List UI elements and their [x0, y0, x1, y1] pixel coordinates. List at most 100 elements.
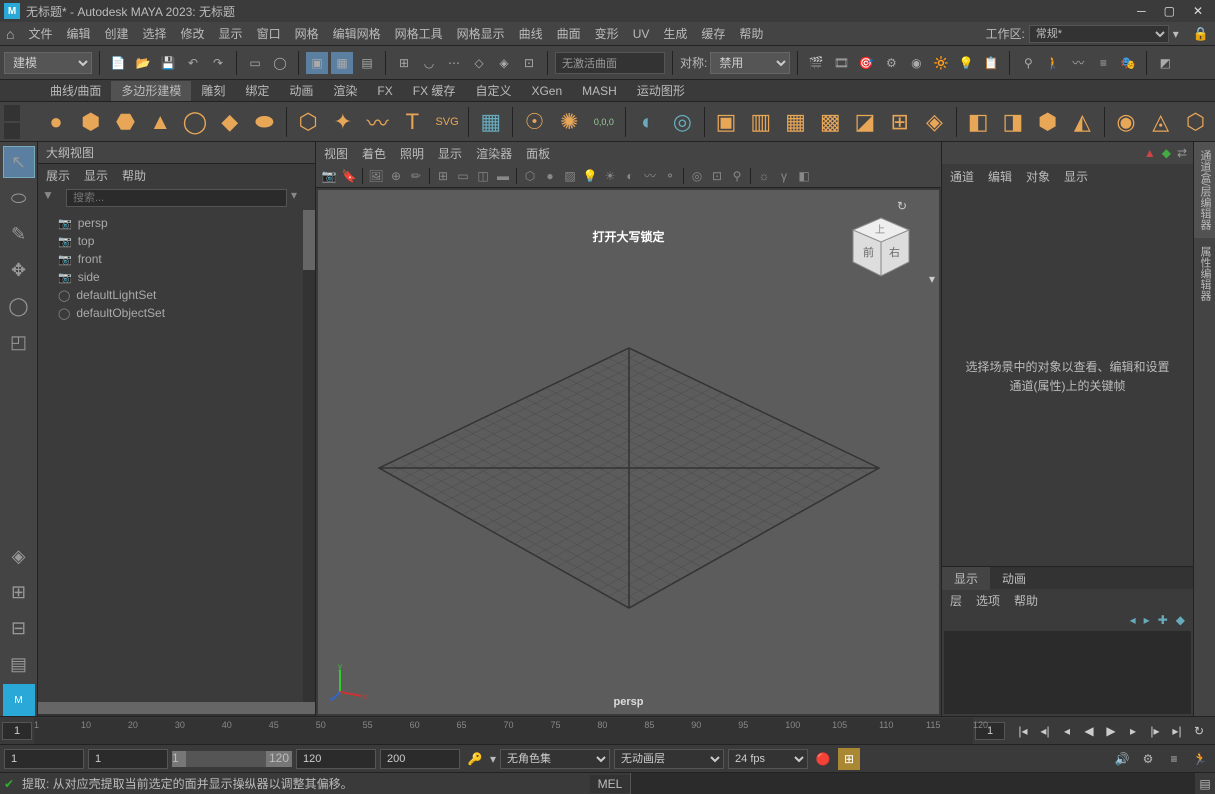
prefs-icon[interactable]: ⚙: [1137, 748, 1159, 770]
menu-1[interactable]: 编辑: [66, 27, 90, 41]
exposure-icon[interactable]: ☼: [755, 167, 773, 185]
menu-10[interactable]: 网格显示: [457, 27, 505, 41]
layer-move-up-icon[interactable]: ◂: [1130, 613, 1136, 627]
select-component-icon[interactable]: ▦: [331, 52, 353, 74]
menu-14[interactable]: UV: [633, 27, 650, 41]
channel-tab-3[interactable]: 显示: [1064, 168, 1088, 185]
channel-tab-1[interactable]: 编辑: [988, 168, 1012, 185]
subdiv-icon[interactable]: ⬢: [1032, 106, 1063, 138]
select-tool[interactable]: ↖: [3, 146, 35, 178]
mirror-icon[interactable]: ◧: [963, 106, 994, 138]
go-end-icon[interactable]: ▸|: [1167, 721, 1187, 741]
render-frame-icon[interactable]: 🎞: [830, 52, 852, 74]
outliner-node-front[interactable]: 📷front: [38, 250, 315, 268]
quad-draw-icon[interactable]: ◎: [667, 106, 698, 138]
outliner-node-defaultObjectSet[interactable]: ◯defaultObjectSet: [38, 304, 315, 322]
audio-icon[interactable]: 🔊: [1111, 748, 1133, 770]
pref-toggle-icon[interactable]: ⊞: [838, 748, 860, 770]
menu-15[interactable]: 生成: [663, 27, 687, 41]
poly-cylinder-icon[interactable]: ⬣: [110, 106, 141, 138]
viewport-menu-5[interactable]: 面板: [526, 145, 550, 162]
shadows-icon[interactable]: ☀: [601, 167, 619, 185]
layer-tab-0[interactable]: 显示: [942, 567, 990, 590]
step-forward-key-icon[interactable]: |▸: [1145, 721, 1165, 741]
scale-tool[interactable]: ◰: [3, 326, 35, 358]
tab-attribute-editor[interactable]: 属性编辑器: [1194, 238, 1215, 309]
snap-point-icon[interactable]: ⋯: [443, 52, 465, 74]
script-editor-icon[interactable]: ≡: [1163, 748, 1185, 770]
range-in-field[interactable]: [88, 749, 168, 769]
poly-cube-icon[interactable]: ⬢: [75, 106, 106, 138]
range-slider[interactable]: 1 120: [172, 751, 292, 767]
aa-icon[interactable]: ⚬: [661, 167, 679, 185]
use-lights-icon[interactable]: 💡: [581, 167, 599, 185]
workspace-reset-icon[interactable]: ▾: [1173, 27, 1179, 41]
timeline-track[interactable]: 1102030404550556065707580859095100105110…: [34, 718, 973, 744]
shelf-tab-4[interactable]: 动画: [279, 81, 323, 101]
bevel-icon[interactable]: ◪: [850, 106, 881, 138]
close-button[interactable]: ✕: [1193, 4, 1203, 18]
bookmark-icon[interactable]: 🔖: [340, 167, 358, 185]
tab-channel-layer[interactable]: 通道盒/层编辑器: [1194, 142, 1215, 238]
layer-menu-1[interactable]: 选项: [976, 592, 1000, 609]
layer-menu-2[interactable]: 帮助: [1014, 592, 1038, 609]
retopo-icon[interactable]: ◬: [1145, 106, 1176, 138]
xray-joints-icon[interactable]: ⚲: [1017, 52, 1039, 74]
layout-single-icon[interactable]: ⊞: [3, 576, 35, 608]
redo-icon[interactable]: ↷: [207, 52, 229, 74]
rotate-tool[interactable]: ◯: [3, 290, 35, 322]
undo-icon[interactable]: ↶: [182, 52, 204, 74]
snap-plane-icon[interactable]: ◇: [468, 52, 490, 74]
smooth-icon[interactable]: ◨: [997, 106, 1028, 138]
outliner-scrollbar-h[interactable]: [38, 702, 315, 716]
menu-4[interactable]: 修改: [181, 27, 205, 41]
new-scene-icon[interactable]: 📄: [107, 52, 129, 74]
poly-type-icon[interactable]: T: [397, 106, 428, 138]
camera-select-icon[interactable]: 📷: [320, 167, 338, 185]
maximize-button[interactable]: ▢: [1164, 4, 1175, 18]
lock-icon[interactable]: 🔒: [1193, 26, 1209, 42]
filter-icon[interactable]: ▼: [42, 188, 62, 208]
menu-6[interactable]: 窗口: [257, 27, 281, 41]
poly-plane-icon[interactable]: ◆: [214, 106, 245, 138]
shelf-tab-6[interactable]: FX: [367, 81, 402, 101]
circularize-icon[interactable]: ◐: [632, 106, 663, 138]
combine-icon[interactable]: ▣: [711, 106, 742, 138]
menu-13[interactable]: 变形: [595, 27, 619, 41]
menu-12[interactable]: 曲面: [557, 27, 581, 41]
hypershade-icon[interactable]: 🔆: [930, 52, 952, 74]
channel-link-icon[interactable]: ⇄: [1177, 146, 1187, 160]
workspace-select[interactable]: 常规*: [1029, 25, 1169, 43]
isolate-icon[interactable]: ◎: [688, 167, 706, 185]
menu-11[interactable]: 曲线: [519, 27, 543, 41]
range-out-field[interactable]: [296, 749, 376, 769]
charset-select[interactable]: 无角色集: [500, 749, 610, 769]
channel-ref-icon[interactable]: ◆: [1162, 146, 1171, 160]
shelf-tab-5[interactable]: 渲染: [323, 81, 367, 101]
menu-16[interactable]: 缓存: [701, 27, 725, 41]
content-browser-icon[interactable]: ▦: [475, 106, 506, 138]
poly-platonic-icon[interactable]: ⬡: [293, 106, 324, 138]
gamma-icon[interactable]: γ: [775, 167, 793, 185]
extrude-icon[interactable]: ▦: [780, 106, 811, 138]
outliner-menu-0[interactable]: 展示: [46, 167, 70, 184]
lasso-mode-icon[interactable]: ◯: [269, 52, 291, 74]
outliner-menu-1[interactable]: 显示: [84, 167, 108, 184]
time-editor-icon[interactable]: ≡: [1092, 52, 1114, 74]
svg-icon[interactable]: SVG: [432, 106, 463, 138]
remesh-icon[interactable]: ⬡: [1180, 106, 1211, 138]
viewport-menu-1[interactable]: 着色: [362, 145, 386, 162]
menu-3[interactable]: 选择: [143, 27, 167, 41]
snap-live-icon[interactable]: ◈: [493, 52, 515, 74]
human-ik-icon[interactable]: 🏃: [1189, 748, 1211, 770]
script-lang-toggle[interactable]: MEL: [590, 775, 630, 793]
go-start-icon[interactable]: |◂: [1013, 721, 1033, 741]
toggle-panel-icon[interactable]: ◩: [1154, 52, 1176, 74]
soft-select-icon[interactable]: ☉: [519, 106, 550, 138]
channel-sync-icon[interactable]: ▲: [1144, 146, 1156, 160]
separate-icon[interactable]: ▥: [745, 106, 776, 138]
viewport-menu-3[interactable]: 显示: [438, 145, 462, 162]
channel-tab-0[interactable]: 通道: [950, 168, 974, 185]
textured-icon[interactable]: ▨: [561, 167, 579, 185]
outliner-node-side[interactable]: 📷side: [38, 268, 315, 286]
